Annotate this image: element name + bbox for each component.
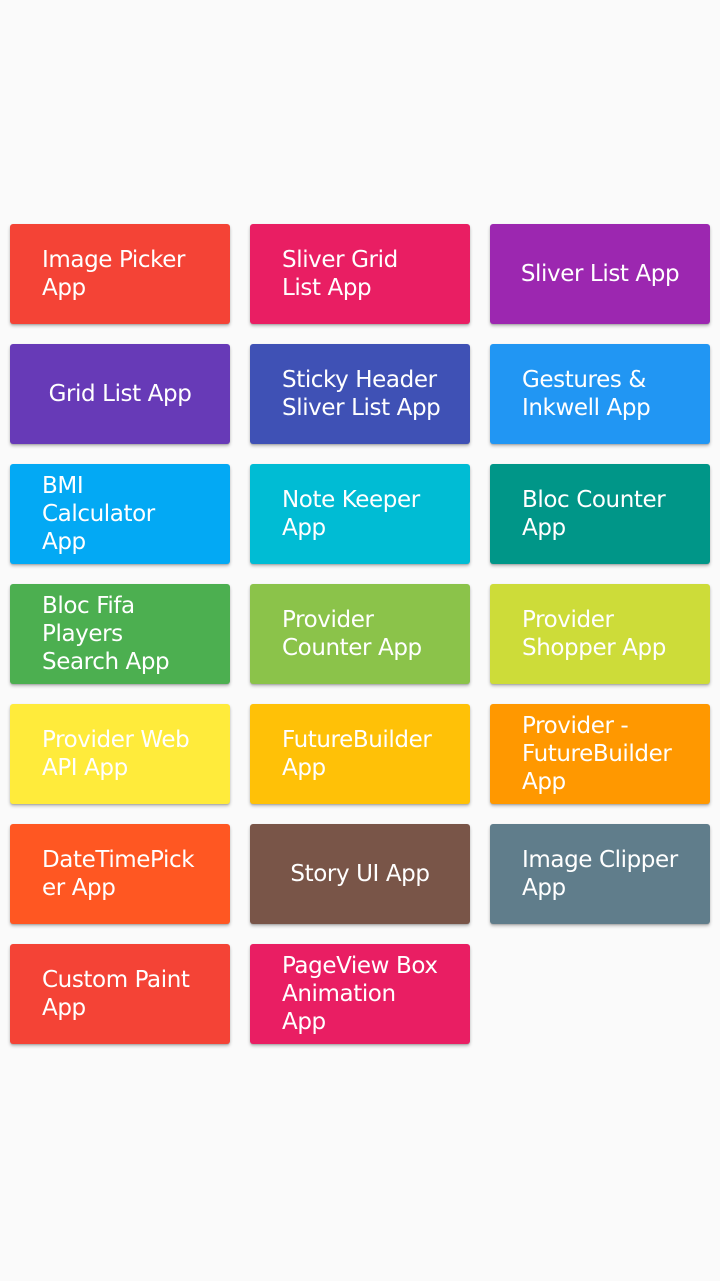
tile-label: FutureBuilder App <box>282 727 432 781</box>
tile-sliver-list[interactable]: Sliver List App <box>490 224 710 324</box>
tile-label: Image Clipper App <box>522 847 678 901</box>
tile-grid-list[interactable]: Grid List App <box>10 344 230 444</box>
tile-image-picker[interactable]: Image Picker App <box>10 224 230 324</box>
tile-label: BMI Calculator App <box>42 473 155 555</box>
tile-provider-futurebuilder[interactable]: Provider - FutureBuilder App <box>490 704 710 804</box>
tile-datetimepicker[interactable]: DateTimePicker App <box>10 824 230 924</box>
tile-bloc-counter[interactable]: Bloc Counter App <box>490 464 710 564</box>
tile-label: Grid List App <box>48 381 192 407</box>
tile-label: Note Keeper App <box>282 487 420 541</box>
tile-label: Provider - FutureBuilder App <box>522 713 672 795</box>
tile-provider-shopper[interactable]: Provider Shopper App <box>490 584 710 684</box>
tile-bloc-fifa-players-search[interactable]: Bloc Fifa Players Search App <box>10 584 230 684</box>
tile-note-keeper[interactable]: Note Keeper App <box>250 464 470 564</box>
tile-label: Provider Web API App <box>42 727 190 781</box>
tile-label: Bloc Fifa Players Search App <box>42 593 170 675</box>
tile-sticky-header-sliver-list[interactable]: Sticky Header Sliver List App <box>250 344 470 444</box>
tile-label: PageView Box Animation App <box>282 953 438 1035</box>
tile-label: Sliver List App <box>520 261 680 287</box>
tile-label: DateTimePicker App <box>42 847 195 901</box>
tile-label: Provider Shopper App <box>522 607 666 661</box>
tile-label: Gestures & Inkwell App <box>522 367 651 421</box>
tile-label: Custom Paint App <box>42 967 190 1021</box>
tile-futurebuilder[interactable]: FutureBuilder App <box>250 704 470 804</box>
tile-label: Bloc Counter App <box>522 487 666 541</box>
tile-provider-web-api[interactable]: Provider Web API App <box>10 704 230 804</box>
app-grid: Image Picker App Sliver Grid List App Sl… <box>10 224 710 1044</box>
tile-image-clipper[interactable]: Image Clipper App <box>490 824 710 924</box>
tile-label: Story UI App <box>290 861 430 887</box>
tile-label: Provider Counter App <box>282 607 422 661</box>
tile-gestures-inkwell[interactable]: Gestures & Inkwell App <box>490 344 710 444</box>
tile-custom-paint[interactable]: Custom Paint App <box>10 944 230 1044</box>
tile-story-ui[interactable]: Story UI App <box>250 824 470 924</box>
tile-label: Sliver Grid List App <box>282 247 398 301</box>
tile-bmi-calculator[interactable]: BMI Calculator App <box>10 464 230 564</box>
tile-sliver-grid-list[interactable]: Sliver Grid List App <box>250 224 470 324</box>
tile-provider-counter[interactable]: Provider Counter App <box>250 584 470 684</box>
tile-label: Image Picker App <box>42 247 186 301</box>
tile-label: Sticky Header Sliver List App <box>282 367 441 421</box>
tile-pageview-box-animation[interactable]: PageView Box Animation App <box>250 944 470 1044</box>
app-screen: Image Picker App Sliver Grid List App Sl… <box>0 0 720 1281</box>
